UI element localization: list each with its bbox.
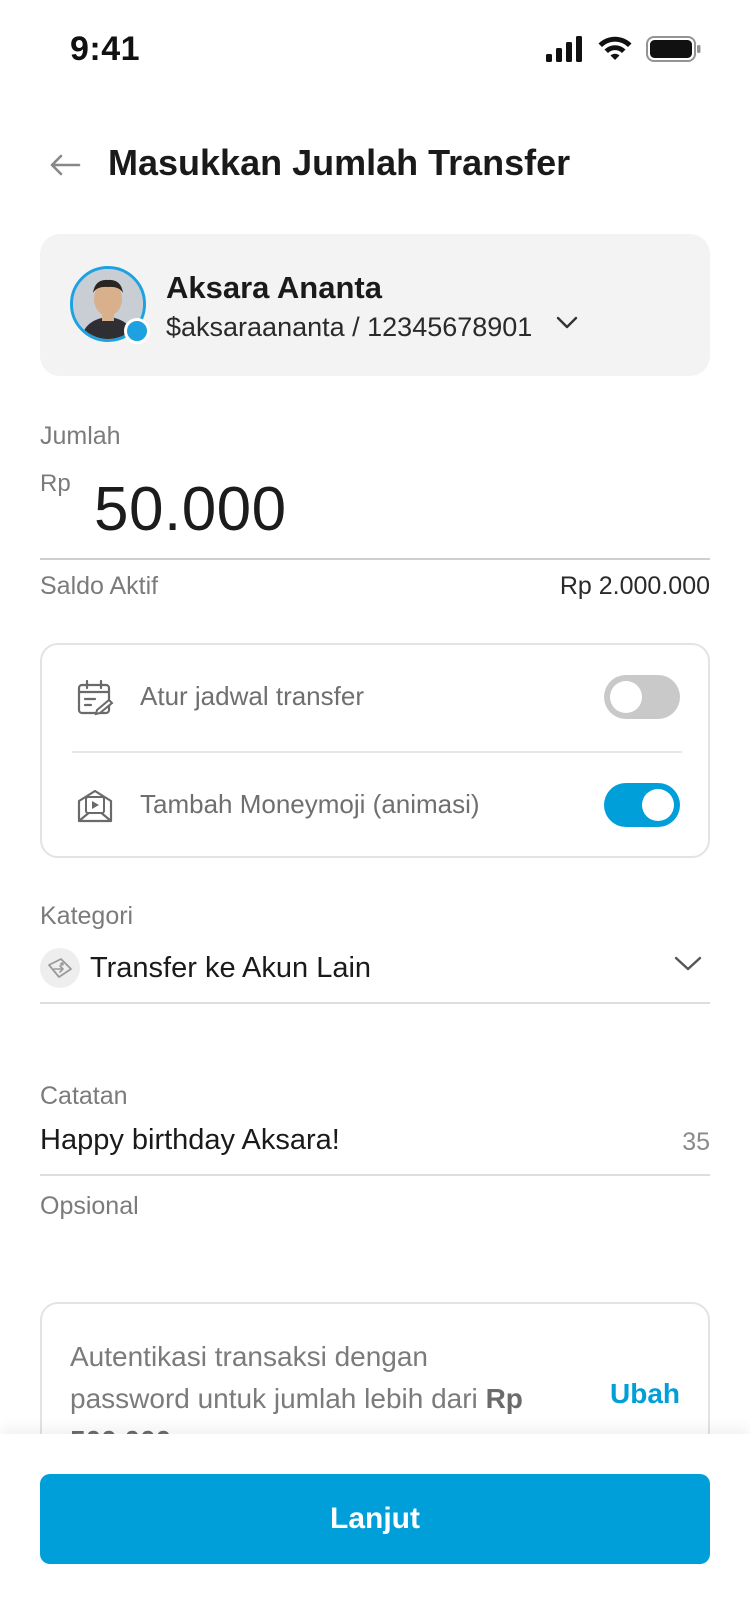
category-label: Kategori — [40, 902, 134, 930]
currency-prefix: Rp — [40, 470, 71, 497]
arrow-left-icon — [50, 154, 81, 176]
option-moneymoji[interactable]: Tambah Moneymoji (animasi) — [42, 753, 708, 859]
category-value: Transfer ke Akun Lain — [90, 952, 372, 984]
amount-label: Jumlah — [40, 422, 121, 450]
tag-icon — [48, 958, 72, 978]
toggle-knob — [642, 789, 674, 821]
moneymoji-toggle[interactable] — [604, 783, 680, 827]
option-label: Tambah Moneymoji (animasi) — [140, 789, 480, 819]
notes-label: Catatan — [40, 1082, 128, 1110]
recipient-card[interactable]: Aksara Ananta $aksaraananta / 1234567890… — [40, 234, 710, 376]
back-button[interactable] — [40, 140, 90, 190]
bottom-bar: Lanjut — [0, 1434, 750, 1624]
amount-underline — [40, 558, 710, 560]
auth-text: Autentikasi transaksi dengan password un… — [70, 1341, 478, 1414]
avatar — [70, 266, 150, 344]
schedule-transfer-toggle[interactable] — [604, 675, 680, 719]
page-title: Masukkan Jumlah Transfer — [108, 142, 571, 183]
recipient-handle: $aksaraananta / 12345678901 — [166, 312, 533, 342]
notes-input[interactable]: Happy birthday Aksara! — [40, 1124, 340, 1157]
verified-badge-icon — [124, 318, 150, 344]
chevron-down-icon[interactable] — [556, 316, 578, 330]
battery-icon — [646, 36, 701, 62]
notes-underline — [40, 1174, 710, 1176]
amount-input[interactable]: 50.000 — [94, 474, 287, 545]
calendar-icon — [77, 679, 114, 716]
category-select[interactable]: Transfer ke Akun Lain — [40, 944, 710, 1004]
status-time: 9:41 — [70, 30, 141, 68]
header: Masukkan Jumlah Transfer — [0, 130, 750, 200]
moneymoji-icon — [77, 789, 113, 823]
wifi-icon — [598, 36, 632, 60]
recipient-name: Aksara Ananta — [166, 270, 382, 305]
status-bar: 9:41 — [0, 0, 750, 100]
category-underline — [40, 1002, 710, 1004]
options-card: Atur jadwal transfer Tambah Moneymoji (a… — [40, 643, 710, 858]
continue-button[interactable]: Lanjut — [40, 1474, 710, 1564]
notes-helper-text: Opsional — [40, 1192, 139, 1220]
signal-icon — [546, 36, 582, 62]
change-auth-link[interactable]: Ubah — [610, 1378, 680, 1410]
option-label: Atur jadwal transfer — [140, 681, 364, 711]
notes-char-counter: 35 — [682, 1128, 710, 1156]
toggle-knob — [610, 681, 642, 713]
balance-label: Saldo Aktif — [40, 572, 159, 600]
chevron-down-icon — [674, 956, 702, 971]
transfer-tag-icon — [40, 948, 80, 988]
status-icons — [546, 36, 702, 62]
option-schedule-transfer[interactable]: Atur jadwal transfer — [42, 645, 708, 753]
balance-value: Rp 2.000.000 — [559, 572, 710, 600]
